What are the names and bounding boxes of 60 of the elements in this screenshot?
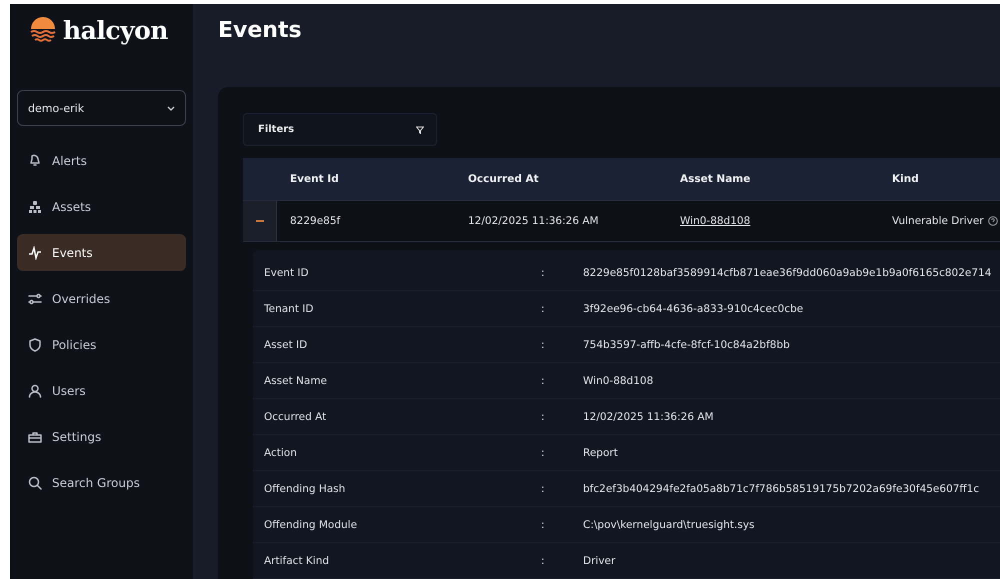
sliders-icon [28,292,42,306]
detail-value: Driver [583,554,616,566]
detail-value: 754b3597-affb-4cfe-8fcf-10c84a2bf8bb [583,338,791,350]
detail-separator: : [541,338,546,350]
detail-label: Offending Module [264,518,358,530]
detail-separator: : [541,302,546,314]
sidebar-item[interactable]: Settings [17,418,186,455]
user-icon [28,384,42,398]
detail-separator: : [541,266,546,278]
detail-label: Asset Name [264,374,328,386]
detail-separator: : [541,482,546,494]
detail-separator: : [541,374,546,386]
boxes-icon [28,200,42,214]
column-header[interactable]: Asset Name [667,158,879,200]
detail-separator: : [541,446,546,458]
logo-icon [29,16,57,44]
table-cell-text: 8229e85f [289,214,342,229]
collapse-button[interactable] [243,201,277,241]
sidebar-item[interactable]: Search Groups [17,464,186,501]
detail-label: Artifact Kind [264,554,330,566]
brand-name: halcyon [63,16,168,44]
detail-value: bfc2ef3b404294fe2fa05a8b71c7f786b58519175b7202a69fe30f45e607ff1c [583,482,980,494]
column-header[interactable]: Kind [879,158,1000,200]
detail-label: Action [264,446,298,458]
sidebar-item[interactable]: Overrides [17,280,186,317]
detail-value: 12/02/2025 11:36:26 AM [583,410,715,422]
tenant-select[interactable]: demo-erik [17,90,186,126]
detail-value: C:\pov\kernelguard\truesight.sys [583,518,756,530]
sidebar-item[interactable]: Alerts [17,142,186,179]
detail-label: Event ID [264,266,310,278]
filters-dropdown[interactable]: Filters [243,113,437,146]
sidebar-item[interactable]: Policies [17,326,186,363]
detail-value: Win0-88d108 [583,374,654,386]
shield-icon [28,338,42,352]
page-title: Events [218,18,303,43]
asset-link[interactable]: Win0-88d108 [667,201,879,241]
detail-separator: : [541,518,546,530]
sidebar-item[interactable]: Assets [17,188,186,225]
detail-separator: : [541,410,546,422]
detail-label: Offending Hash [264,482,346,494]
toolbox-icon [28,430,42,444]
filter-icon [416,126,424,134]
sidebar-item[interactable]: Events [17,234,186,271]
column-header[interactable]: Occurred At [455,158,667,200]
detail-separator: : [541,554,546,566]
bell-icon [28,154,42,168]
detail-value: 3f92ee96-cb64-4636-a833-910c4cec0cbe [583,302,804,314]
detail-label: Asset ID [264,338,308,350]
help-icon [988,216,998,226]
detail-label: Tenant ID [264,302,314,314]
table-cell: Vulnerable Driver [892,215,984,227]
detail-label: Occurred At [264,410,328,422]
pulse-icon [28,246,42,260]
sidebar-item[interactable]: Users [17,372,186,409]
chevron-down-icon [167,106,175,110]
detail-value: Report [583,446,619,458]
column-header[interactable]: Event Id [277,158,455,200]
detail-value: 8229e85f0128baf3589914cfb871eae36f9dd060a9ab9e1b9a0f6165c802e714 [583,266,992,278]
search-icon [28,476,42,490]
table-cell-text: 12/02/2025 11:36:26 AM [467,214,600,229]
